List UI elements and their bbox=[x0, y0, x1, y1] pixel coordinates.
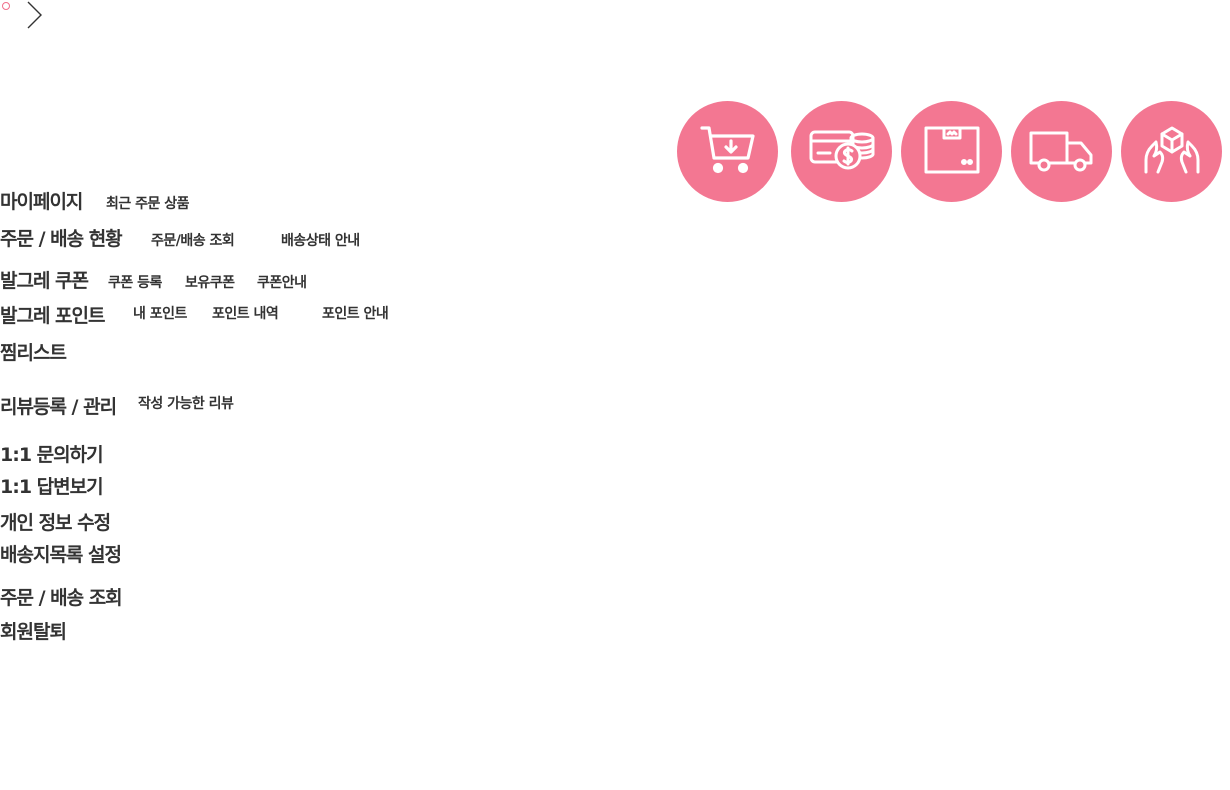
return-circle-button[interactable] bbox=[1121, 101, 1222, 202]
menu-group-profile: 개인 정보 수정 bbox=[0, 508, 111, 535]
menu-address-settings[interactable]: 배송지목록 설정 bbox=[0, 544, 122, 566]
hands-box-icon bbox=[1142, 124, 1202, 180]
menu-order-status[interactable]: 주문 / 배송 현황 bbox=[0, 228, 123, 250]
order-circle-button[interactable] bbox=[677, 101, 778, 202]
submenu-coupon-register[interactable]: 쿠폰 등록 bbox=[108, 272, 162, 292]
submenu-coupon-owned[interactable]: 보유쿠폰 bbox=[185, 272, 235, 292]
payment-circle-button[interactable] bbox=[791, 101, 892, 202]
chevron-right-icon[interactable] bbox=[26, 0, 44, 34]
card-coin-icon bbox=[808, 126, 876, 178]
menu-group-mypage: 마이페이지 bbox=[0, 187, 83, 214]
menu-review[interactable]: 리뷰등록 / 관리 bbox=[0, 396, 117, 418]
menu-mypage[interactable]: 마이페이지 bbox=[0, 191, 83, 213]
box-icon bbox=[922, 124, 982, 180]
menu-group-inquiry: 1:1 문의하기 bbox=[0, 440, 104, 467]
submenu-my-point[interactable]: 내 포인트 bbox=[133, 303, 187, 323]
menu-withdraw[interactable]: 회원탈퇴 bbox=[0, 621, 67, 643]
menu-inquiry[interactable]: 1:1 문의하기 bbox=[0, 444, 104, 466]
menu-wishlist[interactable]: 찜리스트 bbox=[0, 342, 67, 364]
indicator-dot bbox=[2, 2, 10, 10]
delivery-circle-button[interactable] bbox=[1011, 101, 1112, 202]
box-circle-button[interactable] bbox=[901, 101, 1002, 202]
submenu-delivery-guide[interactable]: 배송상태 안내 bbox=[281, 230, 360, 250]
submenu-recent-order[interactable]: 최근 주문 상품 bbox=[106, 193, 190, 213]
menu-answers[interactable]: 1:1 답변보기 bbox=[0, 476, 104, 498]
menu-group-wishlist: 찜리스트 bbox=[0, 338, 67, 365]
delivery-truck-icon bbox=[1027, 125, 1097, 179]
submenu-coupon-guide[interactable]: 쿠폰안내 bbox=[257, 272, 307, 292]
submenu-point-guide[interactable]: 포인트 안내 bbox=[322, 303, 389, 323]
submenu-point-history[interactable]: 포인트 내역 bbox=[212, 303, 279, 323]
menu-group-order-status: 주문 / 배송 현황 bbox=[0, 224, 123, 251]
menu-group-coupon: 발그레 쿠폰 bbox=[0, 266, 89, 293]
menu-coupon[interactable]: 발그레 쿠폰 bbox=[0, 270, 89, 292]
menu-group-order-lookup: 주문 / 배송 조회 bbox=[0, 583, 123, 610]
menu-point[interactable]: 발그레 포인트 bbox=[0, 305, 105, 327]
menu-group-point: 발그레 포인트 bbox=[0, 301, 105, 328]
menu-order-lookup[interactable]: 주문 / 배송 조회 bbox=[0, 587, 123, 609]
quick-icon-row bbox=[0, 101, 1230, 202]
menu-group-review: 리뷰등록 / 관리 bbox=[0, 392, 117, 419]
cart-download-icon bbox=[698, 120, 758, 184]
menu-group-address: 배송지목록 설정 bbox=[0, 540, 122, 567]
menu-group-answers: 1:1 답변보기 bbox=[0, 472, 104, 499]
submenu-order-lookup[interactable]: 주문/배송 조회 bbox=[151, 230, 235, 250]
submenu-writable-review[interactable]: 작성 가능한 리뷰 bbox=[138, 393, 234, 413]
menu-profile-edit[interactable]: 개인 정보 수정 bbox=[0, 512, 111, 534]
menu-group-withdraw: 회원탈퇴 bbox=[0, 617, 67, 644]
